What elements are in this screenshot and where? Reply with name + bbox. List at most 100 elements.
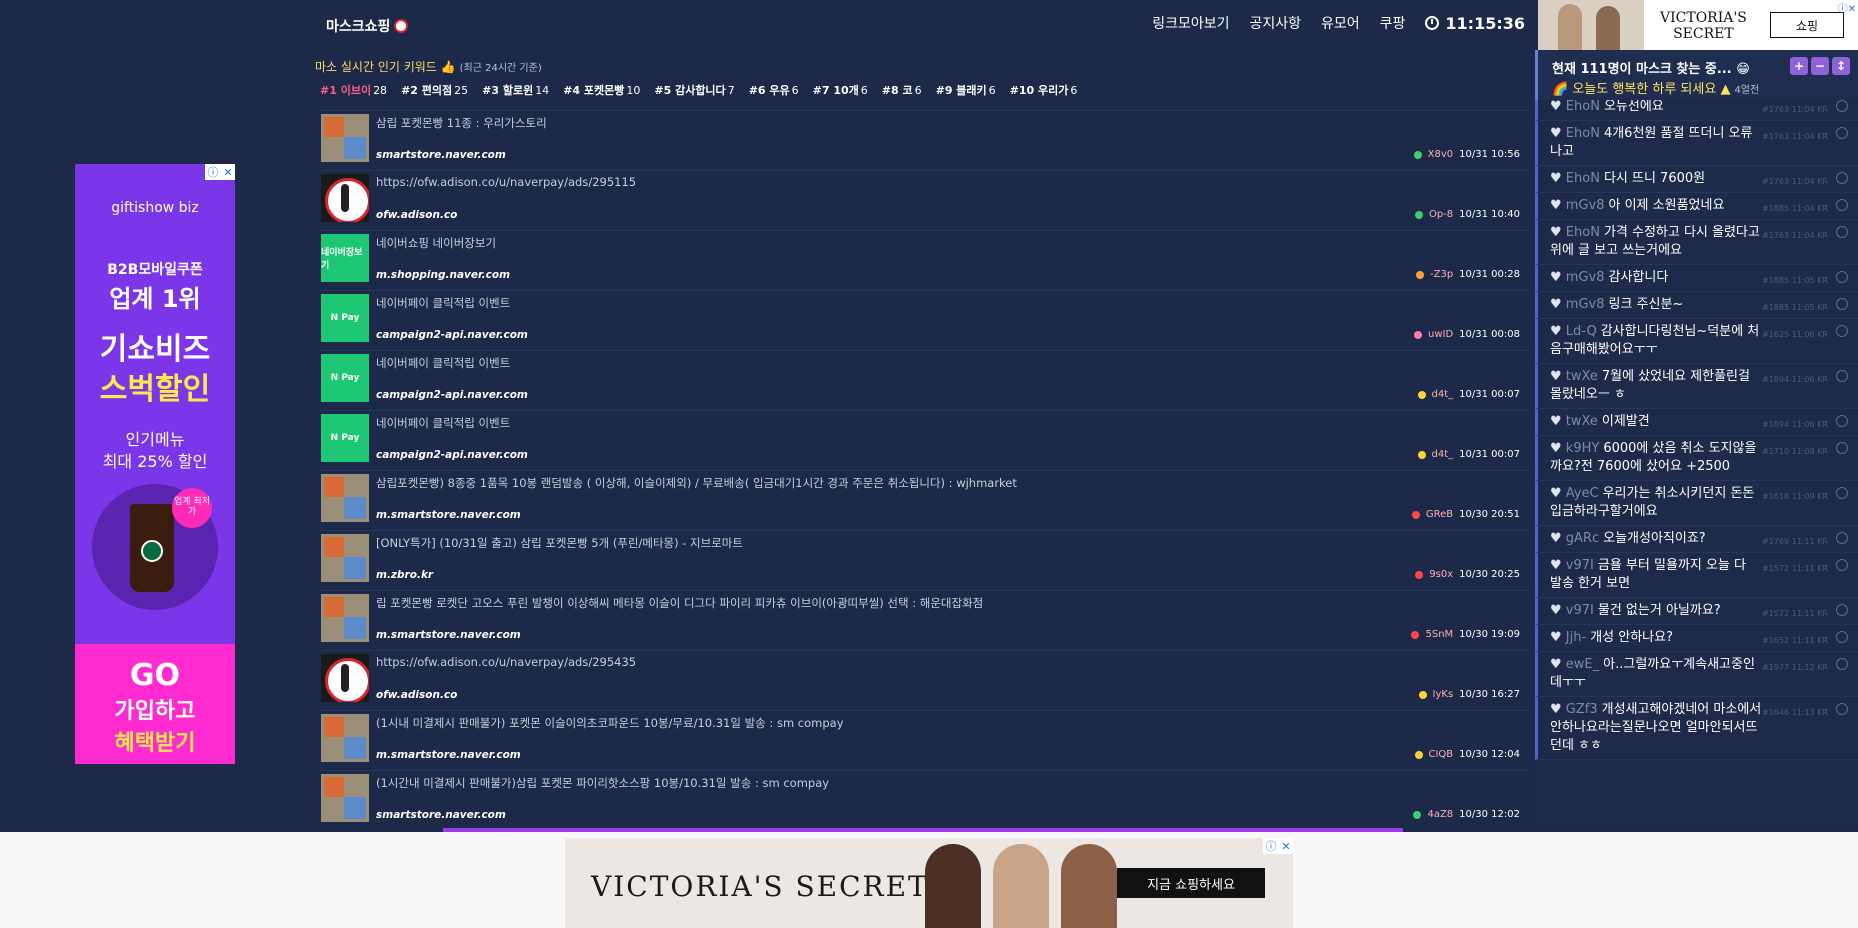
chat-nick[interactable]: v97I bbox=[1566, 558, 1594, 573]
top-right-ad[interactable]: VICTORIA'S SECRET 쇼핑 ⓘ✕ bbox=[1538, 0, 1858, 50]
block-icon[interactable] bbox=[1836, 703, 1848, 715]
keyword-item[interactable]: #1 이브이 28 bbox=[320, 82, 387, 98]
site-title[interactable]: 마스크쇼핑 bbox=[326, 16, 409, 36]
link-thumbnail[interactable]: 네이버장보기 bbox=[321, 234, 369, 282]
keyword-item[interactable]: #4 포켓몬빵 10 bbox=[563, 82, 640, 98]
block-icon[interactable] bbox=[1836, 199, 1848, 211]
link-thumbnail[interactable] bbox=[321, 714, 369, 762]
link-item[interactable]: [ONLY특가] (10/31일 출고) 삼립 포켓몬빵 5개 (푸린/메타몽)… bbox=[320, 530, 1530, 590]
link-thumbnail[interactable]: N Pay bbox=[321, 414, 369, 462]
keyword-item[interactable]: #9 블래키 6 bbox=[936, 82, 996, 98]
chat-nick[interactable]: mGv8 bbox=[1566, 270, 1605, 285]
adchoices-icon[interactable]: ⓘ✕ bbox=[205, 164, 235, 180]
chat-zoom-out-button[interactable]: − bbox=[1811, 57, 1829, 75]
link-thumbnail[interactable] bbox=[321, 534, 369, 582]
keyword-item[interactable]: #3 할로윈 14 bbox=[482, 82, 549, 98]
link-title[interactable]: [ONLY특가] (10/31일 출고) 삼립 포켓몬빵 5개 (푸린/메타몽)… bbox=[376, 535, 743, 551]
block-icon[interactable] bbox=[1836, 604, 1848, 616]
ad-cta[interactable]: GO 가입하고 혜택받기 bbox=[75, 644, 235, 764]
block-icon[interactable] bbox=[1836, 127, 1848, 139]
block-icon[interactable] bbox=[1836, 559, 1848, 571]
link-item[interactable]: (1시내 미결제시 판매불가) 포켓몬 이슬이의초코파운드 10봉/무료/10.… bbox=[320, 710, 1530, 770]
chat-nick[interactable]: k9HY bbox=[1566, 441, 1600, 456]
ad-shop-button[interactable]: 쇼핑 bbox=[1770, 12, 1844, 38]
chat-nick[interactable]: ewE_ bbox=[1566, 657, 1599, 672]
block-icon[interactable] bbox=[1836, 370, 1848, 382]
adchoices-icon[interactable]: ⓘ✕ bbox=[1263, 838, 1293, 854]
nav-link-humor[interactable]: 유모어 bbox=[1321, 13, 1360, 33]
link-thumbnail[interactable] bbox=[321, 654, 369, 702]
chat-nick[interactable]: EhoN bbox=[1566, 99, 1600, 114]
link-thumbnail[interactable] bbox=[321, 474, 369, 522]
link-thumbnail[interactable] bbox=[321, 594, 369, 642]
link-item[interactable]: 네이버장보기 네이버쇼핑 네이버장보기 m.shopping.naver.com -Z… bbox=[320, 230, 1530, 290]
block-icon[interactable] bbox=[1836, 226, 1848, 238]
link-title[interactable]: 네이버페이 클릭적립 이벤트 bbox=[376, 295, 510, 311]
block-icon[interactable] bbox=[1836, 172, 1848, 184]
link-thumbnail[interactable]: N Pay bbox=[321, 294, 369, 342]
block-icon[interactable] bbox=[1836, 298, 1848, 310]
nav-link-links[interactable]: 링크모아보기 bbox=[1152, 13, 1229, 33]
link-item[interactable]: 립 포켓몬빵 로켓단 고오스 푸린 발챙이 이상해씨 메타몽 이슬이 디그다 파… bbox=[320, 590, 1530, 650]
chat-nick[interactable]: twXe bbox=[1566, 414, 1598, 429]
block-icon[interactable] bbox=[1836, 442, 1848, 454]
link-item[interactable]: N Pay 네이버페이 클릭적립 이벤트 campaign2-api.naver.c… bbox=[320, 290, 1530, 350]
link-item[interactable]: 삼립 포켓몬빵 11종 : 우리가스토리 smartstore.naver.com… bbox=[320, 110, 1530, 170]
chat-nick[interactable]: AyeC bbox=[1566, 486, 1599, 501]
keyword-item[interactable]: #5 감사합니다 7 bbox=[654, 82, 734, 98]
link-thumbnail[interactable] bbox=[321, 774, 369, 822]
link-title[interactable]: 삼립 포켓몬빵 11종 : 우리가스토리 bbox=[376, 115, 547, 131]
block-icon[interactable] bbox=[1836, 658, 1848, 670]
chat-nick[interactable]: mGv8 bbox=[1566, 198, 1605, 213]
link-title[interactable]: (1시간내 미결제시 판매불가)삼립 포켓몬 파이리핫소스팡 10봉/10.31… bbox=[376, 775, 829, 791]
link-title[interactable]: https://ofw.adison.co/u/naverpay/ads/295… bbox=[376, 655, 636, 669]
keyword-item[interactable]: #2 편의점 25 bbox=[401, 82, 468, 98]
link-item[interactable]: 삼립포켓몬빵) 8종중 1품목 10봉 랜덤발송 ( 이상해, 이슬이제외) /… bbox=[320, 470, 1530, 530]
block-icon[interactable] bbox=[1836, 532, 1848, 544]
chat-nick[interactable]: mGv8 bbox=[1566, 297, 1605, 312]
chat-nick[interactable]: EhoN bbox=[1566, 171, 1600, 186]
link-thumbnail[interactable]: N Pay bbox=[321, 354, 369, 402]
keyword-item[interactable]: #10 우리가 6 bbox=[1010, 82, 1078, 98]
keyword-item[interactable]: #8 코6 bbox=[882, 82, 922, 98]
link-title[interactable]: 삼립포켓몬빵) 8종중 1품목 10봉 랜덤발송 ( 이상해, 이슬이제외) /… bbox=[376, 475, 1017, 491]
link-title[interactable]: https://ofw.adison.co/u/naverpay/ads/295… bbox=[376, 175, 636, 189]
block-icon[interactable] bbox=[1836, 271, 1848, 283]
link-item[interactable]: https://ofw.adison.co/u/naverpay/ads/295… bbox=[320, 650, 1530, 710]
chat-nick[interactable]: Ld-Q bbox=[1566, 324, 1597, 339]
keyword-item[interactable]: #7 10개 6 bbox=[813, 82, 868, 98]
link-title[interactable]: 네이버쇼핑 네이버장보기 bbox=[376, 235, 496, 251]
link-item[interactable]: https://ofw.adison.co/u/naverpay/ads/295… bbox=[320, 170, 1530, 230]
nav-link-coupang[interactable]: 쿠팡 bbox=[1380, 13, 1406, 33]
block-icon[interactable] bbox=[1836, 100, 1848, 112]
block-icon[interactable] bbox=[1836, 325, 1848, 337]
chat-zoom-in-button[interactable]: + bbox=[1790, 57, 1808, 75]
block-icon[interactable] bbox=[1836, 631, 1848, 643]
adchoices-icon[interactable]: ⓘ✕ bbox=[1838, 0, 1856, 15]
bottom-ad-banner[interactable]: VICTORIA'S SECRET 지금 쇼핑하세요 ⓘ ✕ bbox=[565, 838, 1293, 928]
chat-nick[interactable]: EhoN bbox=[1566, 126, 1600, 141]
block-icon[interactable] bbox=[1836, 415, 1848, 427]
chat-nick[interactable]: GZf3 bbox=[1566, 702, 1598, 717]
left-ad-banner[interactable]: ⓘ ✕ giftishow biz B2B모바일쿠폰 업계 1위 기쇼비즈 스벅할… bbox=[75, 164, 235, 764]
chat-nick[interactable]: twXe bbox=[1566, 369, 1598, 384]
chat-resize-button[interactable]: ↕ bbox=[1832, 57, 1850, 75]
chat-nick[interactable]: Jjh- bbox=[1566, 630, 1586, 645]
chat-nick[interactable]: gARc bbox=[1566, 531, 1599, 546]
link-item[interactable]: N Pay 네이버페이 클릭적립 이벤트 campaign2-api.naver.c… bbox=[320, 410, 1530, 470]
ad-shop-now-button[interactable]: 지금 쇼핑하세요 bbox=[1117, 868, 1265, 898]
link-title[interactable]: (1시내 미결제시 판매불가) 포켓몬 이슬이의초코파운드 10봉/무료/10.… bbox=[376, 715, 844, 731]
link-thumbnail[interactable] bbox=[321, 114, 369, 162]
chat-message-list[interactable]: #1763 11:04 KR ♥ EhoN 오뉴선에요 #1763 11:04 KR ♥… bbox=[1535, 94, 1858, 760]
chat-nick[interactable]: v97I bbox=[1566, 603, 1594, 618]
link-item[interactable]: N Pay 네이버페이 클릭적립 이벤트 campaign2-api.naver.c… bbox=[320, 350, 1530, 410]
link-title[interactable]: 네이버페이 클릭적립 이벤트 bbox=[376, 415, 510, 431]
nav-link-notice[interactable]: 공지사항 bbox=[1249, 13, 1301, 33]
chat-nick[interactable]: EhoN bbox=[1566, 225, 1600, 240]
link-title[interactable]: 네이버페이 클릭적립 이벤트 bbox=[376, 355, 510, 371]
keyword-item[interactable]: #6 우유 6 bbox=[749, 82, 799, 98]
block-icon[interactable] bbox=[1836, 487, 1848, 499]
link-title[interactable]: 립 포켓몬빵 로켓단 고오스 푸린 발챙이 이상해씨 메타몽 이슬이 디그다 파… bbox=[376, 595, 983, 611]
link-thumbnail[interactable] bbox=[321, 174, 369, 222]
link-item[interactable]: (1시간내 미결제시 판매불가)삼립 포켓몬 파이리핫소스팡 10봉/10.31… bbox=[320, 770, 1530, 830]
